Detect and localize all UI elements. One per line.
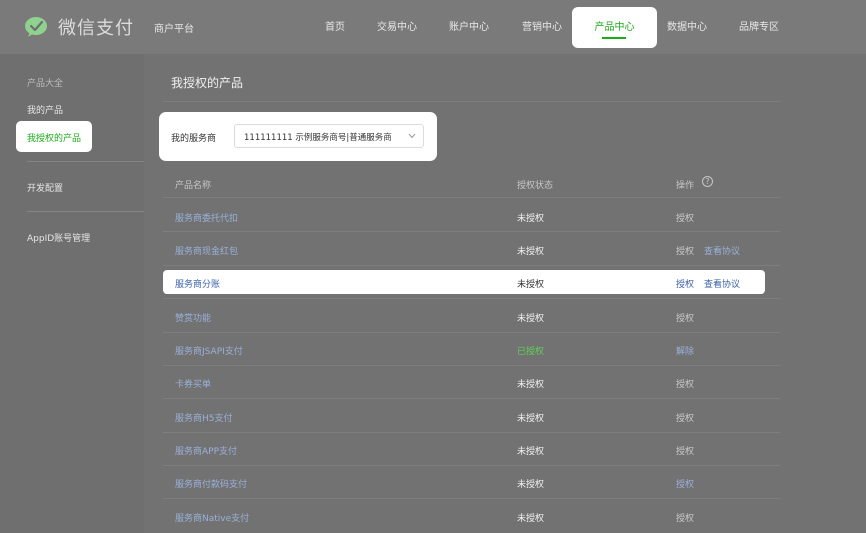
nav-marketing-center[interactable]: 营销中心 xyxy=(522,18,562,33)
table-row-status: 未授权 xyxy=(517,380,545,390)
table-row-status: 未授权 xyxy=(517,314,545,324)
row-divider xyxy=(163,432,780,433)
table-row-highlighted: 服务商分账 未授权 授权 查看协议 xyxy=(163,270,765,294)
column-header-auth-status: 授权状态 xyxy=(517,181,554,191)
table-row-status: 未授权 xyxy=(517,514,545,524)
table-row-status: 未授权 xyxy=(517,280,545,290)
row-divider xyxy=(163,365,780,366)
table-row-product-name[interactable]: 服务商Native支付 xyxy=(175,511,249,524)
service-provider-value: 111111111 示例服务商号|普通服务商 xyxy=(244,133,392,143)
table-row-product-name[interactable]: 卡券买单 xyxy=(175,377,211,390)
table-row-status: 未授权 xyxy=(517,247,545,257)
row-divider xyxy=(163,398,780,399)
authorize-link[interactable]: 授权 xyxy=(676,511,694,524)
authorize-link[interactable]: 授权 xyxy=(676,211,694,224)
platform-label: 商户平台 xyxy=(154,24,194,35)
page-title: 我授权的产品 xyxy=(171,76,244,90)
view-agreement-link[interactable]: 查看协议 xyxy=(704,277,740,290)
row-divider xyxy=(163,231,780,232)
nav-active-underline xyxy=(602,37,626,39)
nav-home[interactable]: 首页 xyxy=(325,18,345,33)
nav-account-center[interactable]: 账户中心 xyxy=(449,18,489,33)
table-row-status: 未授权 xyxy=(517,447,545,457)
row-divider xyxy=(163,498,780,499)
sidebar-divider xyxy=(27,211,144,212)
table-row-product-name[interactable]: 服务商JSAPI支付 xyxy=(175,344,243,357)
row-divider xyxy=(163,298,780,299)
table-row-product-name[interactable]: 服务商现金红包 xyxy=(175,244,238,257)
table-row-status: 未授权 xyxy=(517,480,545,490)
column-header-operation: 操作 xyxy=(676,181,695,191)
authorize-link[interactable]: 授权 xyxy=(676,277,694,290)
table-row-status: 未授权 xyxy=(517,214,545,224)
help-icon[interactable]: ? xyxy=(702,176,713,187)
chevron-down-icon xyxy=(408,133,416,139)
table-row-status: 未授权 xyxy=(517,414,545,424)
top-header: 微信支付 商户平台 首页 交易中心 账户中心 营销中心 产品中心 数据中心 品牌… xyxy=(0,0,866,54)
sidebar-item-authorized-products[interactable]: 我授权的产品 xyxy=(16,121,92,152)
table-row-product-name[interactable]: 服务商委托代扣 xyxy=(175,211,238,224)
sidebar-divider xyxy=(27,161,144,162)
authorize-link[interactable]: 授权 xyxy=(676,377,694,390)
table-row-status: 已授权 xyxy=(517,347,545,357)
wechat-pay-logo[interactable]: 微信支付 xyxy=(24,14,134,40)
table-row-product-name[interactable]: 赞赏功能 xyxy=(175,311,211,324)
authorize-link[interactable]: 授权 xyxy=(676,477,694,490)
nav-product-center[interactable]: 产品中心 xyxy=(572,7,657,48)
nav-data-center[interactable]: 数据中心 xyxy=(667,18,707,33)
sidebar-item-authorized-products-label: 我授权的产品 xyxy=(27,134,82,144)
logo-text: 微信支付 xyxy=(58,18,134,39)
table-row-product-name[interactable]: 服务商分账 xyxy=(175,277,220,290)
table-row-product-name[interactable]: 服务商APP支付 xyxy=(175,444,237,457)
nav-brand-zone[interactable]: 品牌专区 xyxy=(739,18,779,33)
authorize-link[interactable]: 授权 xyxy=(676,411,694,424)
nav-product-center-label: 产品中心 xyxy=(594,22,635,33)
service-provider-selector-panel: 我的服务商 111111111 示例服务商号|普通服务商 xyxy=(159,112,437,161)
sidebar-item-appid-management[interactable]: AppID账号管理 xyxy=(27,231,90,244)
sidebar-item-my-products[interactable]: 我的产品 xyxy=(27,103,63,116)
service-provider-select[interactable]: 111111111 示例服务商号|普通服务商 xyxy=(234,124,424,148)
table-header-divider xyxy=(163,197,780,198)
column-header-product-name: 产品名称 xyxy=(175,181,212,191)
sidebar-item-dev-config[interactable]: 开发配置 xyxy=(27,181,63,194)
row-divider xyxy=(163,465,780,466)
wechat-pay-logo-icon xyxy=(25,17,47,37)
table-row-product-name[interactable]: 服务商付款码支付 xyxy=(175,477,247,490)
revoke-link[interactable]: 解除 xyxy=(676,344,694,357)
table-row-product-name[interactable]: 服务商H5支付 xyxy=(175,411,233,424)
row-divider xyxy=(163,265,780,266)
authorize-link[interactable]: 授权 xyxy=(676,444,694,457)
title-divider xyxy=(163,101,780,102)
authorize-link[interactable]: 授权 xyxy=(676,311,694,324)
nav-trade-center[interactable]: 交易中心 xyxy=(377,18,417,33)
view-agreement-link[interactable]: 查看协议 xyxy=(704,244,740,257)
authorize-link[interactable]: 授权 xyxy=(676,244,694,257)
row-divider xyxy=(163,332,780,333)
sidebar-section-label: 产品大全 xyxy=(27,79,64,89)
service-provider-label: 我的服务商 xyxy=(171,134,217,144)
